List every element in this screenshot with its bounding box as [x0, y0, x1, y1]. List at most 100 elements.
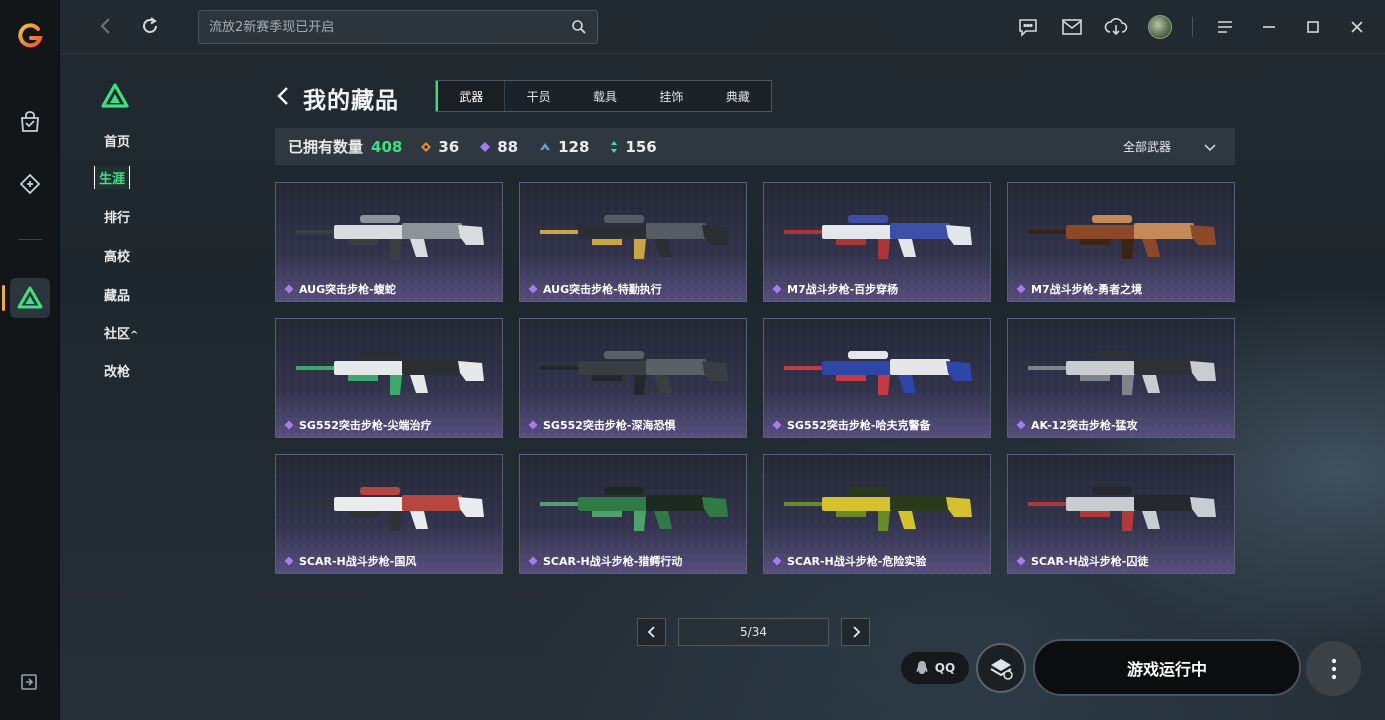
purple-diamond-icon [772, 556, 782, 566]
weapon-card-label: SCAR-H战斗步枪-危险实验 [772, 553, 926, 569]
purple-diamond-icon [528, 420, 538, 430]
weapon-image [1028, 351, 1216, 395]
maximize-icon[interactable] [1291, 5, 1335, 49]
tab-vehicles[interactable]: 载具 [572, 81, 638, 111]
page-back-icon[interactable] [276, 84, 296, 108]
weapon-image [296, 351, 484, 395]
weapon-filter-label: 全部武器 [1122, 140, 1171, 154]
weapon-card[interactable]: M7战斗步枪-勇者之境 [1007, 182, 1235, 302]
weapon-card-label: M7战斗步枪-勇者之境 [1016, 281, 1142, 297]
next-page-button[interactable] [841, 618, 870, 646]
purple-diamond-icon [284, 420, 294, 430]
weapon-card[interactable]: AK-12突击步枪-猛攻 [1007, 318, 1235, 438]
weapon-card[interactable]: SCAR-H战斗步枪-囚徒 [1007, 454, 1235, 574]
weapon-image [1028, 487, 1216, 531]
subnav-item-career[interactable]: 生涯 [94, 166, 131, 189]
tier-count-green: 156 [625, 137, 657, 156]
weapon-card[interactable]: AUG突击步枪-蝮蛇 [275, 182, 503, 302]
chat-icon[interactable] [1006, 5, 1050, 49]
page-indicator: 5/34 [678, 618, 829, 646]
tier-stat-purple: 88 [479, 138, 518, 156]
search-icon[interactable] [571, 19, 587, 35]
weapon-card[interactable]: SCAR-H战斗步枪-危险实验 [763, 454, 991, 574]
top-bar [60, 0, 1385, 54]
layers-icon [990, 659, 1013, 680]
purple-diamond-icon [772, 420, 782, 430]
weapon-image [784, 487, 972, 531]
weapon-image [784, 351, 972, 395]
purple-diamond-icon [284, 284, 294, 294]
game-library-icon[interactable] [10, 164, 50, 204]
page-title: 我的藏品 [303, 88, 399, 114]
tab-operators[interactable]: 干员 [505, 81, 571, 111]
weapon-card-label: AK-12突击步枪-猛攻 [1016, 417, 1138, 433]
purple-diamond-icon [1016, 420, 1026, 430]
category-tabs: 武器 干员 载具 挂饰 典藏 [435, 80, 772, 112]
weapon-card[interactable]: SG552突击步枪-哈夫克警备 [763, 318, 991, 438]
delta-force-game-icon[interactable] [10, 278, 50, 318]
weapon-card[interactable]: SCAR-H战斗步枪-猎鳄行动 [519, 454, 747, 574]
weapon-card-label: SCAR-H战斗步枪-囚徒 [1016, 553, 1148, 569]
weapon-image [1028, 215, 1216, 259]
purple-diamond-icon [284, 556, 294, 566]
weapon-card-label: SCAR-H战斗步枪-国风 [284, 553, 416, 569]
app-logo-icon[interactable] [10, 16, 50, 56]
rail-active-indicator [2, 285, 5, 311]
tab-collectibles[interactable]: 典藏 [705, 81, 771, 111]
game-logo-icon [100, 82, 130, 114]
weapon-card-label: SG552突击步枪-深海恐惧 [528, 417, 675, 433]
weapon-card[interactable]: AUG突击步枪-特勤执行 [519, 182, 747, 302]
weapon-card[interactable]: SG552突击步枪-深海恐惧 [519, 318, 747, 438]
weapon-card[interactable]: M7战斗步枪-百步穿杨 [763, 182, 991, 302]
community-label: 社区 [104, 327, 131, 342]
chevron-left-icon [647, 626, 655, 638]
rail-divider [18, 239, 42, 240]
weapon-filter-dropdown[interactable]: 全部武器 [1123, 128, 1217, 165]
collapse-sidebar-icon[interactable] [20, 673, 38, 695]
topbar-divider [1192, 17, 1193, 37]
weapon-name: M7战斗步枪-勇者之境 [1031, 283, 1143, 296]
weapon-name: AUG突击步枪-特勤执行 [543, 283, 662, 296]
back-nav-icon[interactable] [94, 14, 118, 38]
search-input[interactable] [209, 19, 571, 35]
store-bag-icon[interactable] [10, 102, 50, 142]
weapon-card-label: M7战斗步枪-百步穿杨 [772, 281, 898, 297]
more-options-button[interactable] [1306, 641, 1361, 696]
subnav-item-home[interactable]: 首页 [104, 131, 130, 150]
overlay-layers-button[interactable] [976, 643, 1026, 693]
owned-count-label: 已拥有数量 [288, 138, 364, 156]
user-avatar[interactable] [1138, 5, 1182, 49]
game-running-button[interactable]: 游戏运行中 [1033, 639, 1301, 696]
community-caret: ^ [130, 330, 139, 341]
subnav-item-gunsmith[interactable]: 改枪 [104, 361, 130, 380]
tab-charms[interactable]: 挂饰 [638, 81, 704, 111]
close-icon[interactable] [1335, 5, 1379, 49]
tab-weapons[interactable]: 武器 [436, 81, 506, 111]
tier-count-blue: 128 [558, 137, 590, 156]
weapon-name: SCAR-H战斗步枪-囚徒 [1031, 555, 1149, 568]
tier-count-purple: 88 [497, 137, 519, 156]
subnav-item-ranking[interactable]: 排行 [104, 207, 130, 226]
mail-icon[interactable] [1050, 5, 1094, 49]
menu-icon[interactable] [1203, 5, 1247, 49]
purple-diamond-icon [1016, 556, 1026, 566]
download-icon[interactable] [1094, 5, 1138, 49]
minimize-icon[interactable] [1247, 5, 1291, 49]
subnav-item-college[interactable]: 高校 [104, 246, 130, 265]
purple-diamond-icon [480, 141, 491, 152]
left-rail [0, 0, 60, 720]
subnav-item-collection[interactable]: 藏品 [104, 285, 130, 304]
more-vertical-icon [1331, 658, 1336, 679]
refresh-icon[interactable] [138, 14, 162, 38]
weapon-name: SCAR-H战斗步枪-国风 [299, 555, 417, 568]
weapon-name: AUG突击步枪-蝮蛇 [299, 283, 396, 296]
prev-page-button[interactable] [637, 618, 666, 646]
qq-button[interactable]: QQ [901, 652, 969, 684]
search-box[interactable] [198, 10, 598, 44]
weapon-card[interactable]: SCAR-H战斗步枪-国风 [275, 454, 503, 574]
weapon-card[interactable]: SG552突击步枪-尖端治疗 [275, 318, 503, 438]
weapon-card-label: SG552突击步枪-尖端治疗 [284, 417, 431, 433]
weapon-name: SCAR-H战斗步枪-危险实验 [787, 555, 927, 568]
subnav-item-community[interactable]: 社区^ [104, 323, 138, 342]
chevron-down-icon [1204, 143, 1216, 151]
